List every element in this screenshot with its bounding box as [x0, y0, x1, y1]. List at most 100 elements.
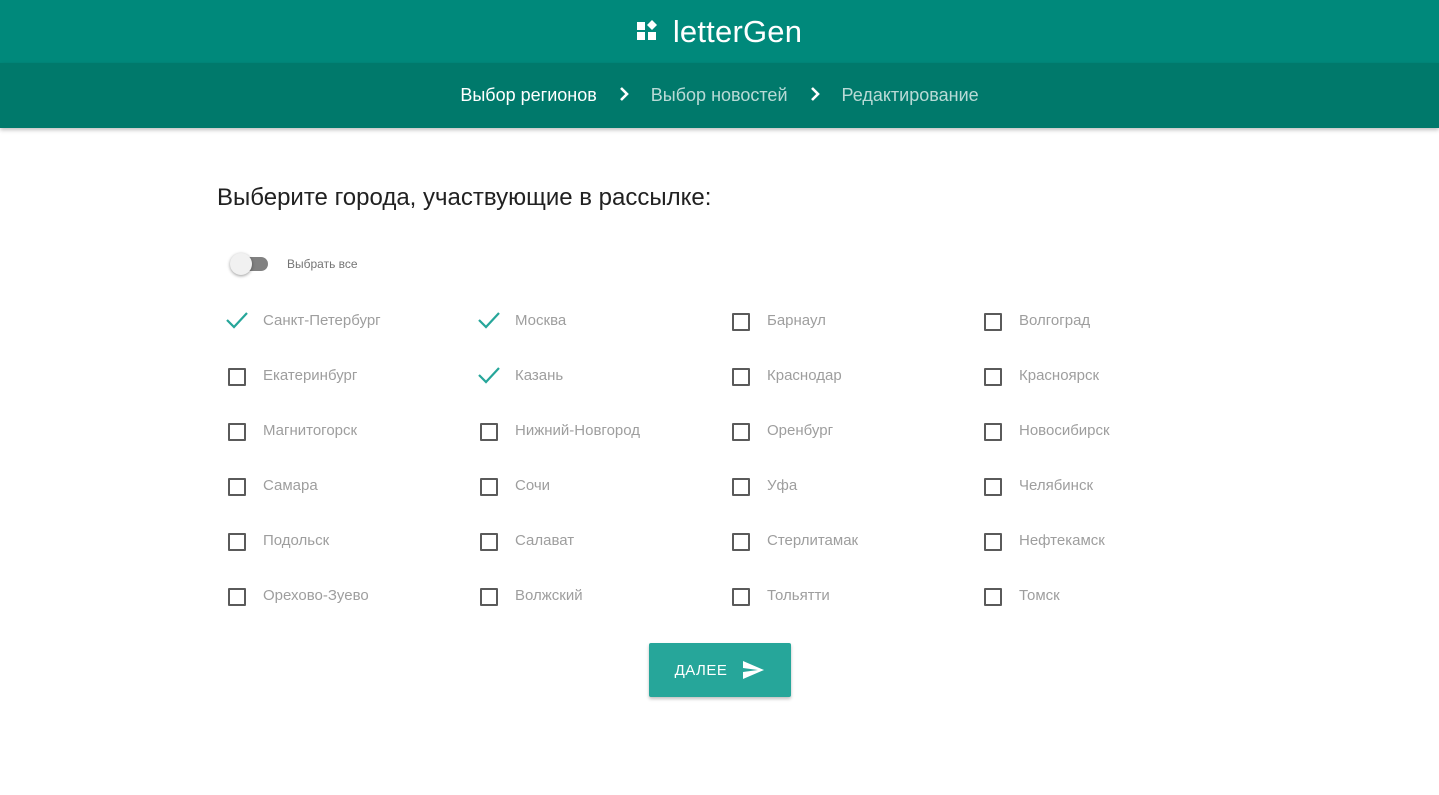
city-list: Санкт-Петербург Москва Барнаул Волгоград Ека… [217, 293, 1225, 623]
city-checkbox-item[interactable]: Санкт-Петербург [217, 293, 469, 348]
city-name: Волгоград [1019, 312, 1091, 329]
city-name: Стерлитамак [767, 532, 859, 549]
checkbox-box [228, 532, 246, 551]
checkbox[interactable] [217, 583, 255, 609]
step-editing[interactable]: Редактирование [842, 85, 979, 106]
checkbox-box [732, 532, 750, 551]
checkbox[interactable] [217, 473, 255, 499]
checkbox-box [984, 587, 1002, 606]
checkbox[interactable] [973, 418, 1011, 444]
city-checkbox-item[interactable]: Екатеринбург [217, 348, 469, 403]
app-header: letterGen [0, 0, 1439, 63]
checkbox-box [984, 312, 1002, 331]
city-checkbox-item[interactable]: Нефтекамск [973, 513, 1225, 568]
widgets-icon [636, 19, 657, 40]
city-checkbox-item[interactable]: Челябинск [973, 458, 1225, 513]
select-all-label: Выбрать все [287, 257, 358, 271]
city-checkbox-item[interactable]: Новосибирск [973, 403, 1225, 458]
city-checkbox-item[interactable]: Волжский [469, 568, 721, 623]
checkbox-box [480, 587, 498, 606]
checkbox-box [732, 367, 750, 386]
city-name: Уфа [767, 477, 798, 494]
checkbox[interactable] [469, 473, 507, 499]
chevron-right-icon [810, 86, 820, 101]
city-name: Москва [515, 312, 567, 329]
check-icon [226, 311, 248, 329]
checkbox[interactable] [721, 418, 759, 444]
checkbox-checked[interactable] [469, 308, 507, 334]
checkbox[interactable] [721, 473, 759, 499]
check-icon [478, 311, 500, 329]
checkbox-box [228, 477, 246, 496]
city-name: Казань [515, 367, 564, 384]
city-checkbox-item[interactable]: Салават [469, 513, 721, 568]
app-title: letterGen [672, 13, 803, 49]
checkbox-box [732, 587, 750, 606]
checkbox[interactable] [973, 473, 1011, 499]
checkbox[interactable] [973, 308, 1011, 334]
checkbox-box [984, 477, 1002, 496]
city-name: Подольск [263, 532, 330, 549]
city-name: Нефтекамск [1019, 532, 1105, 549]
check-icon [478, 366, 500, 384]
city-checkbox-item[interactable]: Стерлитамак [721, 513, 973, 568]
checkbox[interactable] [469, 583, 507, 609]
brand[interactable]: letterGen [636, 13, 803, 50]
city-name: Санкт-Петербург [263, 312, 381, 329]
city-checkbox-item[interactable]: Самара [217, 458, 469, 513]
checkbox[interactable] [721, 308, 759, 334]
checkbox[interactable] [469, 418, 507, 444]
checkbox[interactable] [973, 363, 1011, 389]
city-name: Барнаул [767, 312, 826, 329]
checkbox[interactable] [973, 583, 1011, 609]
checkbox-box [228, 587, 246, 606]
city-name: Салават [515, 532, 575, 549]
city-name: Екатеринбург [263, 367, 358, 384]
checkbox-checked[interactable] [469, 363, 507, 389]
checkbox[interactable] [217, 528, 255, 554]
city-name: Челябинск [1019, 477, 1094, 494]
city-checkbox-item[interactable]: Томск [973, 568, 1225, 623]
step-select-news[interactable]: Выбор новостей [651, 85, 788, 106]
checkbox[interactable] [721, 363, 759, 389]
city-name: Самара [263, 477, 318, 494]
city-checkbox-item[interactable]: Барнаул [721, 293, 973, 348]
checkbox-box [480, 477, 498, 496]
checkbox[interactable] [217, 363, 255, 389]
city-checkbox-item[interactable]: Орехово-Зуево [217, 568, 469, 623]
step-select-regions[interactable]: Выбор регионов [460, 85, 596, 106]
city-checkbox-item[interactable]: Уфа [721, 458, 973, 513]
city-name: Томск [1019, 587, 1060, 604]
page-title: Выберите города, участвующие в рассылке: [217, 184, 712, 211]
city-checkbox-item[interactable]: Тольятти [721, 568, 973, 623]
city-checkbox-item[interactable]: Сочи [469, 458, 721, 513]
city-checkbox-item[interactable]: Волгоград [973, 293, 1225, 348]
checkbox[interactable] [469, 528, 507, 554]
chevron-right-icon [619, 86, 629, 101]
city-name: Нижний-Новгород [515, 422, 641, 439]
city-checkbox-item[interactable]: Казань [469, 348, 721, 403]
city-name: Красноярск [1019, 367, 1100, 384]
city-checkbox-item[interactable]: Москва [469, 293, 721, 348]
city-checkbox-item[interactable]: Нижний-Новгород [469, 403, 721, 458]
city-checkbox-item[interactable]: Оренбург [721, 403, 973, 458]
city-checkbox-item[interactable]: Краснодар [721, 348, 973, 403]
stepper: Выбор регионов Выбор новостей Редактиров… [0, 63, 1439, 128]
checkbox-box [732, 312, 750, 331]
city-name: Сочи [515, 477, 551, 494]
select-all: Выбрать все [230, 253, 358, 275]
checkbox[interactable] [721, 528, 759, 554]
city-name: Волжский [515, 587, 583, 604]
checkbox[interactable] [217, 418, 255, 444]
city-checkbox-item[interactable]: Магнитогорск [217, 403, 469, 458]
next-button[interactable]: ДАЛЕЕ [649, 643, 791, 697]
city-checkbox-item[interactable]: Красноярск [973, 348, 1225, 403]
checkbox-box [984, 422, 1002, 441]
city-checkbox-item[interactable]: Подольск [217, 513, 469, 568]
checkbox[interactable] [721, 583, 759, 609]
checkbox[interactable] [973, 528, 1011, 554]
checkbox-box [732, 477, 750, 496]
checkbox-box [480, 422, 498, 441]
checkbox-checked[interactable] [217, 308, 255, 334]
select-all-switch[interactable] [230, 253, 268, 275]
